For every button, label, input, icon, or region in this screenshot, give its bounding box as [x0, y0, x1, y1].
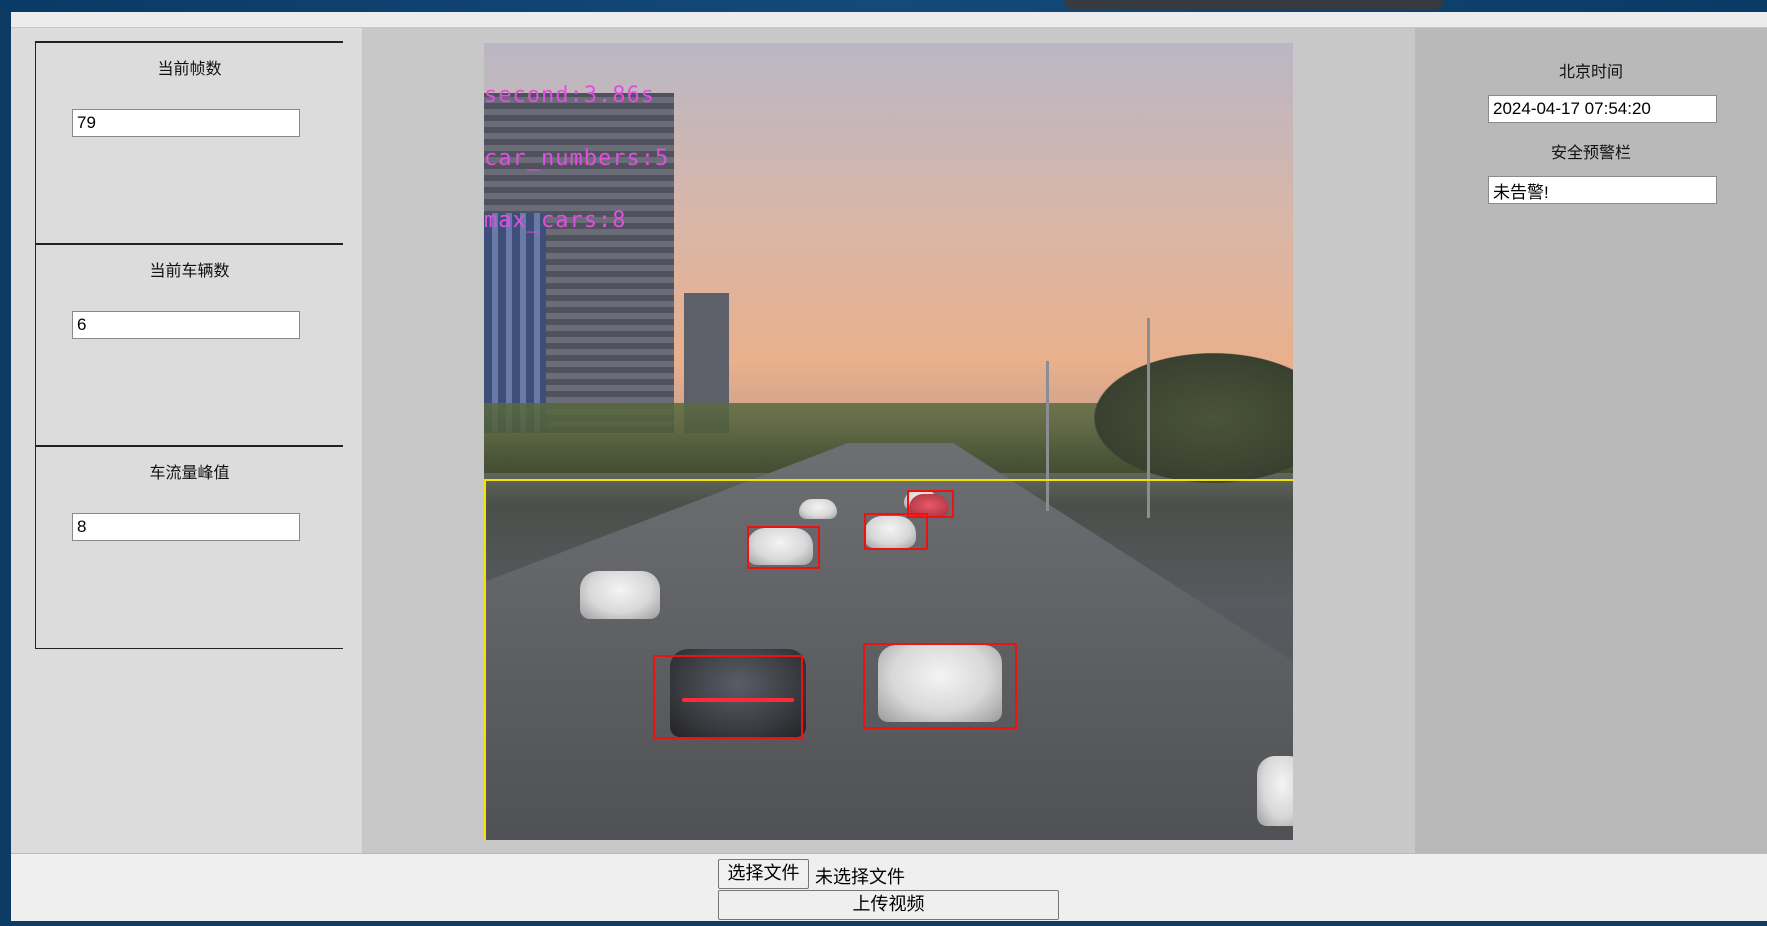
video-frame: second:3.86s car_numbers:5 max_cars:8	[484, 43, 1293, 840]
trees-image	[1094, 353, 1293, 483]
desktop-background	[0, 0, 1767, 12]
beijing-time-input[interactable]	[1488, 95, 1717, 123]
safety-alert-label: 安全预警栏	[1550, 143, 1631, 162]
upload-video-button[interactable]: 上传视频	[718, 890, 1059, 920]
overlay-max-cars-text: max_cars:8	[484, 208, 627, 233]
peak-traffic-box: 车流量峰值	[35, 445, 343, 649]
frame-count-input[interactable]	[72, 109, 300, 137]
vehicle-count-input[interactable]	[72, 311, 300, 339]
overlay-car-numbers-text: car_numbers:5	[484, 146, 670, 171]
upload-bar: 选择文件 未选择文件 上传视频	[11, 853, 1767, 921]
detection-box	[864, 513, 928, 550]
peak-traffic-input[interactable]	[72, 513, 300, 541]
frame-count-label: 当前帧数	[157, 59, 222, 78]
detection-box	[863, 643, 1017, 729]
frame-count-box: 当前帧数	[35, 41, 343, 243]
detection-box	[747, 526, 820, 569]
building-image	[484, 213, 546, 433]
detection-box	[907, 490, 954, 518]
safety-alert-input[interactable]	[1488, 176, 1717, 204]
overlay-seconds-text: second:3.86s	[484, 83, 655, 108]
peak-traffic-label: 车流量峰值	[149, 463, 230, 482]
top-bar	[11, 12, 1767, 28]
file-status-text: 未选择文件	[815, 867, 905, 888]
choose-file-button[interactable]: 选择文件	[718, 859, 809, 889]
detection-box	[653, 655, 803, 739]
info-panel: 北京时间 安全预警栏	[1415, 28, 1767, 853]
vehicle-count-label: 当前车辆数	[149, 261, 230, 280]
window-overlay-bar	[1064, 0, 1444, 10]
stats-panel: 当前帧数 当前车辆数 车流量峰值	[11, 28, 362, 853]
vehicle-count-box: 当前车辆数	[35, 243, 343, 445]
beijing-time-label: 北京时间	[1558, 62, 1623, 81]
